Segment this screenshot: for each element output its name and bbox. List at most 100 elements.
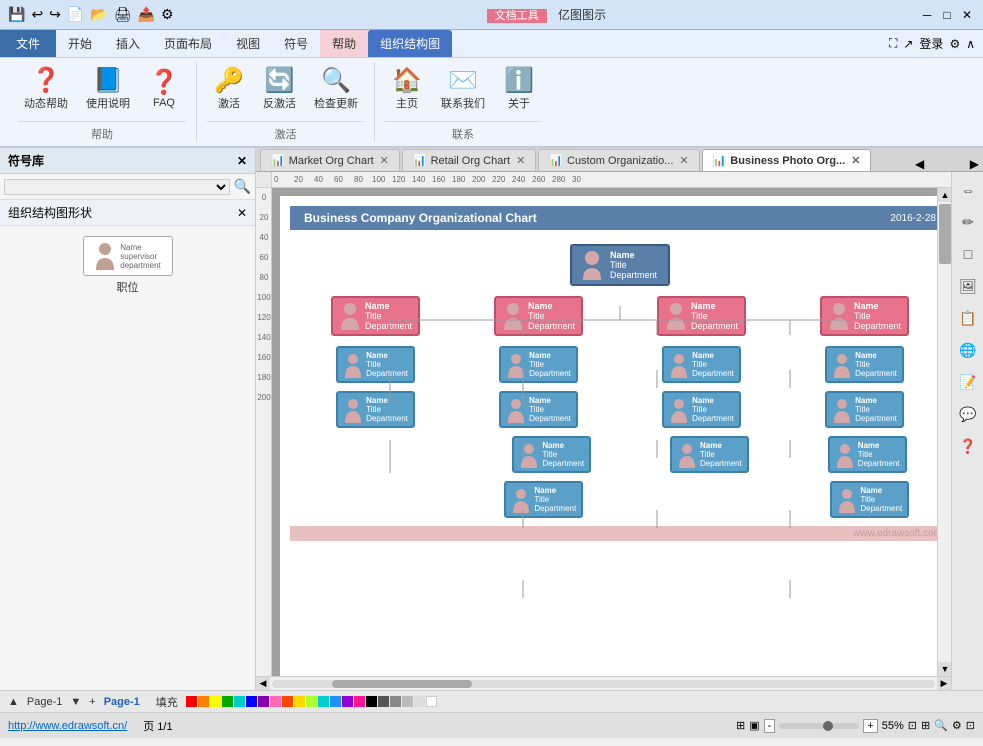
footer-url[interactable]: http://www.edrawsoft.cn/ [8,720,127,732]
menu-view[interactable]: 视图 [224,30,272,57]
fullscreen-icon[interactable]: ⛶ [889,36,897,51]
l3d-node-1[interactable]: NameTitleDepartment [830,481,909,518]
settings-icon[interactable]: ⚙ [949,37,960,51]
l3a-node-3[interactable]: NameTitleDepartment [825,346,904,383]
l3a-node-0[interactable]: NameTitleDepartment [336,346,415,383]
rt-chat-icon[interactable]: 💬 [954,400,982,428]
l3b-node-3[interactable]: NameTitleDepartment [825,391,904,428]
color-pink[interactable] [270,696,281,707]
color-dodger-blue[interactable] [330,696,341,707]
zoom-slider[interactable] [779,723,859,729]
l3a-node-1[interactable]: NameTitleDepartment [499,346,578,383]
new-icon[interactable]: 📄 [67,6,84,23]
color-purple[interactable] [258,696,269,707]
minimize-button[interactable]: ─ [919,7,935,23]
color-red[interactable] [186,696,197,707]
l3b-node-0[interactable]: NameTitleDepartment [336,391,415,428]
l3b-node-1[interactable]: NameTitleDepartment [499,391,578,428]
more-footer-icon[interactable]: ⊡ [966,719,975,732]
l2-node-3[interactable]: NameTitleDepartment [820,296,909,336]
save-icon[interactable]: 💾 [8,6,25,23]
tab-close-market[interactable]: ✕ [380,154,389,167]
l3c-node-0[interactable]: NameTitleDepartment [512,436,591,473]
color-white[interactable] [426,696,437,707]
share-icon[interactable]: ↗ [903,37,913,51]
color-light-gray[interactable] [402,696,413,707]
l2-node-1[interactable]: NameTitleDepartment [494,296,583,336]
l3a-node-2[interactable]: NameTitleDepartment [662,346,741,383]
faq-button[interactable]: ❓ FAQ [142,67,186,113]
zoom-thumb[interactable] [823,721,833,731]
color-blue[interactable] [246,696,257,707]
rt-square-icon[interactable]: □ [954,240,982,268]
menu-file[interactable]: 文件 [0,30,56,57]
page-up-btn[interactable]: ▲ [8,696,19,708]
search-icon[interactable]: 🔍 [234,178,251,195]
tab-custom-org[interactable]: 📊 Custom Organizatio... ✕ [538,149,699,171]
zoom-search-icon[interactable]: 🔍 [934,719,948,732]
zoom-plus-button[interactable]: + [863,719,877,733]
l3c-node-1[interactable]: NameTitleDepartment [670,436,749,473]
tab-market-org[interactable]: 📊 Market Org Chart ✕ [260,149,400,171]
color-yellow[interactable] [210,696,221,707]
tab-nav-right[interactable]: ▶ [970,157,983,171]
dynamic-help-button[interactable]: ❓ 动态帮助 [18,65,74,115]
close-button[interactable]: ✕ [959,7,975,23]
menu-insert[interactable]: 插入 [104,30,152,57]
color-gold[interactable] [294,696,305,707]
l3d-node-0[interactable]: NameTitleDepartment [504,481,583,518]
zoom-minus-button[interactable]: - [764,719,776,733]
export-icon[interactable]: 📤 [138,6,155,23]
rt-help-icon[interactable]: ❓ [954,432,982,460]
color-yellow-green[interactable] [306,696,317,707]
vscroll-down[interactable]: ▼ [938,662,951,676]
hscroll-left[interactable]: ◀ [256,677,270,691]
undo-icon[interactable]: ↩ [31,6,43,23]
menu-page-layout[interactable]: 页面布局 [152,30,224,57]
page-down-btn[interactable]: ▼ [70,696,81,708]
login-button[interactable]: 登录 [919,35,943,52]
about-button[interactable]: ℹ️ 关于 [497,65,541,115]
color-cyan[interactable] [234,696,245,707]
tab-close-custom[interactable]: ✕ [679,154,688,167]
rt-clipboard-icon[interactable]: 📋 [954,304,982,332]
section-close[interactable]: ✕ [237,206,247,220]
hscroll-right[interactable]: ▶ [937,677,951,691]
symbol-category-select[interactable] [4,179,230,195]
l3c-node-2[interactable]: NameTitleDepartment [828,436,907,473]
top-node[interactable]: Name Title Department [570,244,670,286]
settings-footer-icon[interactable]: ⚙ [952,719,962,732]
l3b-node-2[interactable]: NameTitleDepartment [662,391,741,428]
collapse-icon[interactable]: ∧ [966,37,975,51]
check-update-button[interactable]: 🔍 检查更新 [308,65,364,115]
view-grid-icon[interactable]: ⊞ [921,719,930,732]
page-add-btn[interactable]: + [89,696,95,708]
menu-help[interactable]: 帮助 [320,30,368,57]
l2-node-2[interactable]: NameTitleDepartment [657,296,746,336]
activate-button[interactable]: 🔑 激活 [207,65,251,115]
rt-resize-icon[interactable]: ⇔ [954,176,982,204]
vscroll-up[interactable]: ▲ [938,188,951,202]
symbol-panel-close[interactable]: ✕ [237,154,247,168]
print-icon[interactable]: 🖨 [114,6,132,23]
rt-image-icon[interactable]: 🖼 [954,272,982,300]
shape-item-position[interactable]: Name supervisor department 职位 [10,236,245,295]
rt-notes-icon[interactable]: 📝 [954,368,982,396]
menu-symbol[interactable]: 符号 [272,30,320,57]
tab-business-org[interactable]: 📊 Business Photo Org... ✕ [702,149,872,171]
page-icon[interactable]: ▣ [749,719,759,732]
rt-globe-icon[interactable]: 🌐 [954,336,982,364]
home-button[interactable]: 🏠 主页 [385,65,429,115]
open-icon[interactable]: 📂 [90,6,107,23]
tab-close-business[interactable]: ✕ [851,154,860,167]
canvas-scroll-area[interactable]: Business Company Organizational Chart 20… [272,188,937,676]
menu-start[interactable]: 开始 [56,30,104,57]
color-gray[interactable] [390,696,401,707]
tab-nav-left[interactable]: ◀ [915,157,928,171]
tab-close-retail[interactable]: ✕ [516,154,525,167]
tab-retail-org[interactable]: 📊 Retail Org Chart ✕ [402,149,536,171]
color-lighter-gray[interactable] [414,696,425,707]
color-green[interactable] [222,696,233,707]
color-red-orange[interactable] [282,696,293,707]
deactivate-button[interactable]: 🔄 反激活 [257,65,302,115]
